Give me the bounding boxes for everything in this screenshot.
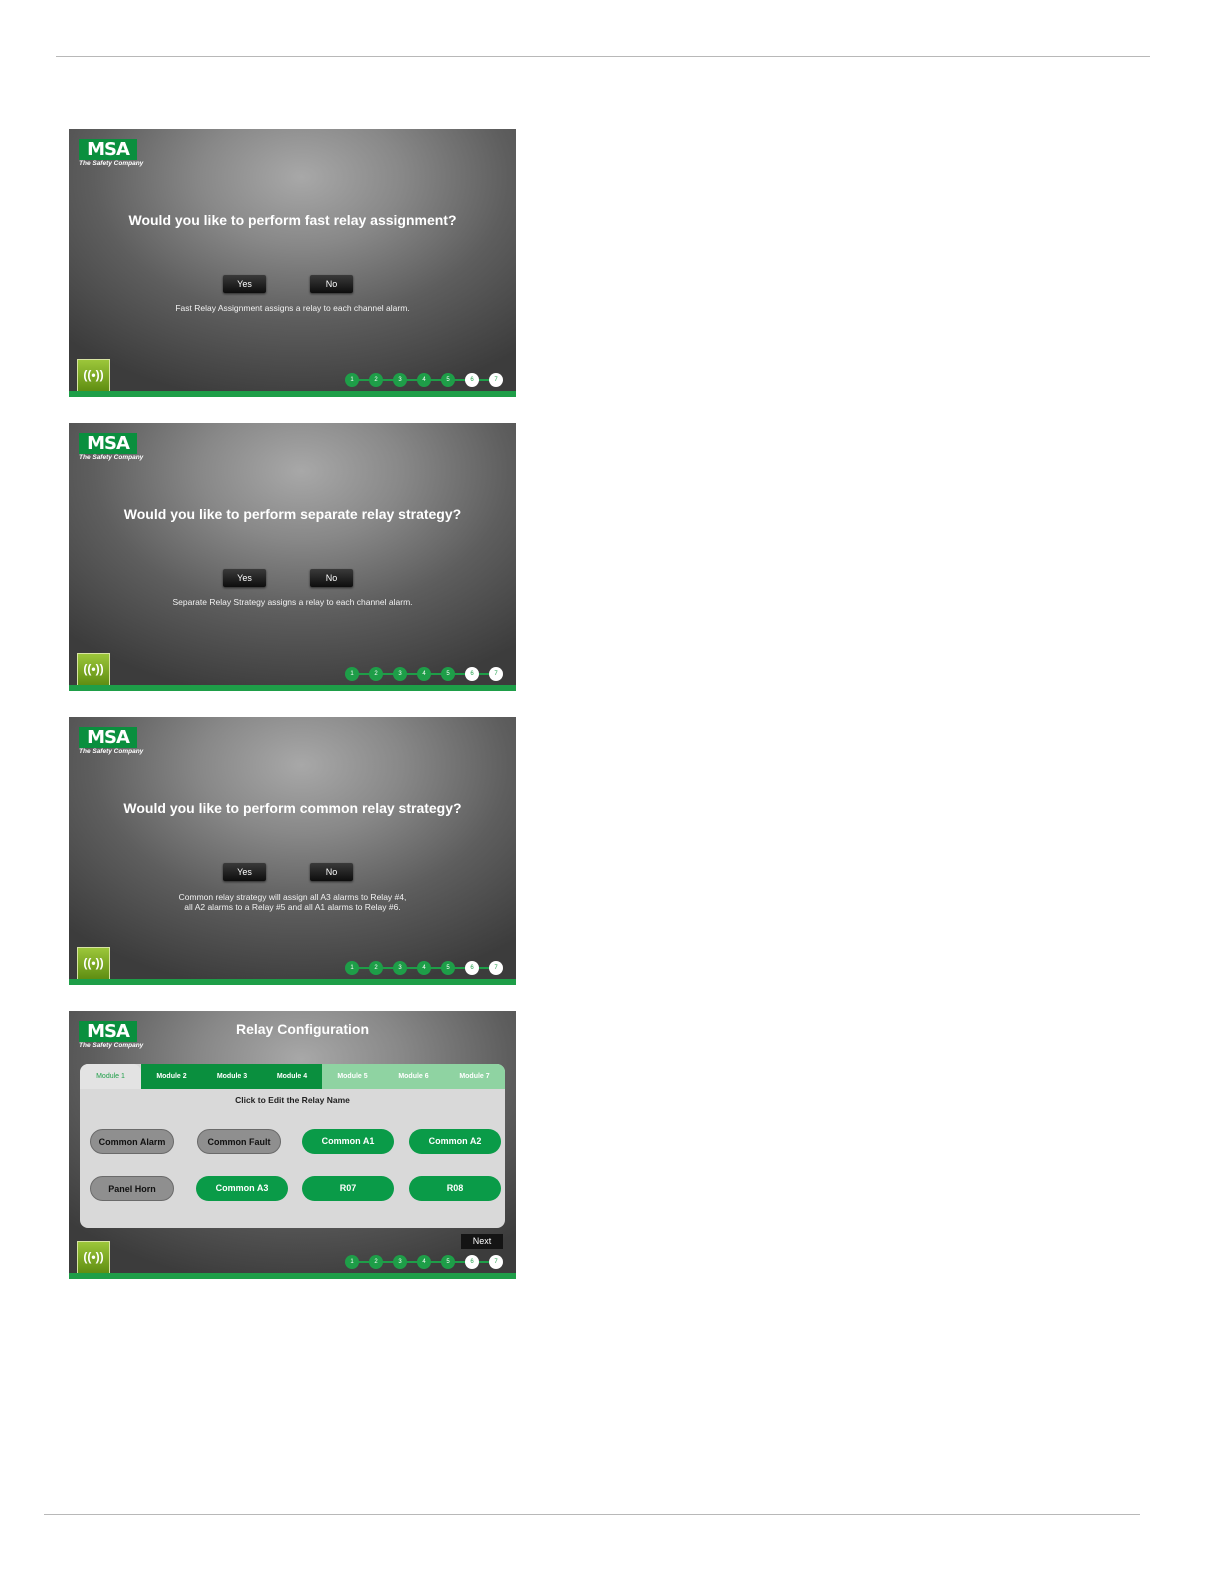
- relay-button-common-alarm[interactable]: Common Alarm: [90, 1129, 174, 1154]
- description-line: Common relay strategy will assign all A3…: [178, 892, 407, 902]
- description: Separate Relay Strategy assigns a relay …: [69, 597, 516, 607]
- bottom-bar: [69, 979, 516, 985]
- yes-button[interactable]: Yes: [223, 275, 266, 293]
- header-rule: [56, 56, 1150, 57]
- step-7-indicator: 7: [489, 373, 503, 387]
- relay-panel: Module 1 Module 2 Module 3 Module 4 Modu…: [80, 1064, 505, 1228]
- step-1-indicator: 1: [345, 373, 359, 387]
- relay-button-common-a2[interactable]: Common A2: [409, 1129, 501, 1154]
- step-2-indicator: 2: [369, 1255, 383, 1269]
- module-tabs: Module 1 Module 2 Module 3 Module 4 Modu…: [80, 1064, 505, 1089]
- tab-module-3[interactable]: Module 3: [202, 1064, 262, 1089]
- step-7-indicator: 7: [489, 667, 503, 681]
- relay-button-common-fault[interactable]: Common Fault: [197, 1129, 281, 1154]
- step-4-indicator: 4: [417, 373, 431, 387]
- tab-module-5[interactable]: Module 5: [322, 1064, 383, 1089]
- step-progress: 1234567: [345, 1255, 505, 1269]
- step-7-indicator: 7: [489, 1255, 503, 1269]
- step-progress: 1234567: [345, 373, 505, 387]
- description-line: Fast Relay Assignment assigns a relay to…: [175, 303, 410, 313]
- yes-button[interactable]: Yes: [223, 863, 266, 881]
- no-button[interactable]: No: [310, 863, 353, 881]
- relay-button-common-a3[interactable]: Common A3: [196, 1176, 288, 1201]
- yes-button[interactable]: Yes: [223, 569, 266, 587]
- next-button[interactable]: Next: [461, 1234, 503, 1249]
- bottom-bar: [69, 685, 516, 691]
- logo-text: MSA: [79, 433, 137, 454]
- alarm-bell-icon[interactable]: ((•)): [77, 947, 110, 980]
- tab-module-2[interactable]: Module 2: [141, 1064, 202, 1089]
- logo-tagline: The Safety Company: [79, 1042, 144, 1049]
- step-1-indicator: 1: [345, 961, 359, 975]
- description: Fast Relay Assignment assigns a relay to…: [69, 303, 516, 313]
- alarm-bell-icon[interactable]: ((•)): [77, 1241, 110, 1274]
- footer-rule: [44, 1514, 1140, 1515]
- msa-logo: MSA The Safety Company: [79, 139, 143, 169]
- description-line: all A2 alarms to a Relay #5 and all A1 a…: [184, 902, 401, 912]
- step-5-indicator: 5: [441, 961, 455, 975]
- alarm-bell-icon[interactable]: ((•)): [77, 653, 110, 686]
- step-1-indicator: 1: [345, 667, 359, 681]
- logo-text: MSA: [79, 727, 137, 748]
- logo-tagline: The Safety Company: [79, 160, 144, 167]
- step-3-indicator: 3: [393, 961, 407, 975]
- step-6-indicator: 6: [465, 373, 479, 387]
- question-title: Would you like to perform separate relay…: [123, 506, 462, 522]
- tab-module-7[interactable]: Module 7: [444, 1064, 505, 1089]
- step-2-indicator: 2: [369, 667, 383, 681]
- relay-button-r07[interactable]: R07: [302, 1176, 394, 1201]
- step-2-indicator: 2: [369, 373, 383, 387]
- msa-logo: MSA The Safety Company: [79, 727, 143, 757]
- step-5-indicator: 5: [441, 1255, 455, 1269]
- relay-button-panel-horn[interactable]: Panel Horn: [90, 1176, 174, 1201]
- page-title: Relay Configuration: [235, 1021, 369, 1037]
- no-button[interactable]: No: [310, 275, 353, 293]
- alarm-bell-icon[interactable]: ((•)): [77, 359, 110, 392]
- relay-configuration-screen: MSA The Safety Company Relay Configurati…: [69, 1011, 516, 1279]
- question-title: Would you like to perform fast relay ass…: [128, 212, 457, 228]
- tab-module-6[interactable]: Module 6: [383, 1064, 444, 1089]
- bottom-bar: [69, 1273, 516, 1279]
- tab-module-1[interactable]: Module 1: [80, 1064, 141, 1089]
- step-5-indicator: 5: [441, 373, 455, 387]
- bottom-bar: [69, 391, 516, 397]
- fast-relay-screen: MSA The Safety Company Would you like to…: [69, 129, 516, 397]
- relay-button-common-a1[interactable]: Common A1: [302, 1129, 394, 1154]
- logo-tagline: The Safety Company: [79, 454, 144, 461]
- step-6-indicator: 6: [465, 961, 479, 975]
- common-relay-screen: MSA The Safety Company Would you like to…: [69, 717, 516, 985]
- panel-hint: Click to Edit the Relay Name: [235, 1095, 350, 1105]
- step-3-indicator: 3: [393, 1255, 407, 1269]
- step-2-indicator: 2: [369, 961, 383, 975]
- msa-logo: MSA The Safety Company: [79, 433, 143, 463]
- separate-relay-screen: MSA The Safety Company Would you like to…: [69, 423, 516, 691]
- logo-tagline: The Safety Company: [79, 748, 144, 755]
- step-6-indicator: 6: [465, 667, 479, 681]
- step-7-indicator: 7: [489, 961, 503, 975]
- logo-text: MSA: [79, 139, 137, 160]
- step-3-indicator: 3: [393, 373, 407, 387]
- step-1-indicator: 1: [345, 1255, 359, 1269]
- step-5-indicator: 5: [441, 667, 455, 681]
- step-4-indicator: 4: [417, 667, 431, 681]
- description-line: Separate Relay Strategy assigns a relay …: [172, 597, 413, 607]
- step-progress: 1234567: [345, 961, 505, 975]
- step-progress: 1234567: [345, 667, 505, 681]
- description: Common relay strategy will assign all A3…: [69, 892, 516, 912]
- no-button[interactable]: No: [310, 569, 353, 587]
- step-3-indicator: 3: [393, 667, 407, 681]
- relay-button-r08[interactable]: R08: [409, 1176, 501, 1201]
- step-6-indicator: 6: [465, 1255, 479, 1269]
- tab-module-4[interactable]: Module 4: [262, 1064, 322, 1089]
- step-4-indicator: 4: [417, 1255, 431, 1269]
- step-4-indicator: 4: [417, 961, 431, 975]
- question-title: Would you like to perform common relay s…: [123, 800, 462, 816]
